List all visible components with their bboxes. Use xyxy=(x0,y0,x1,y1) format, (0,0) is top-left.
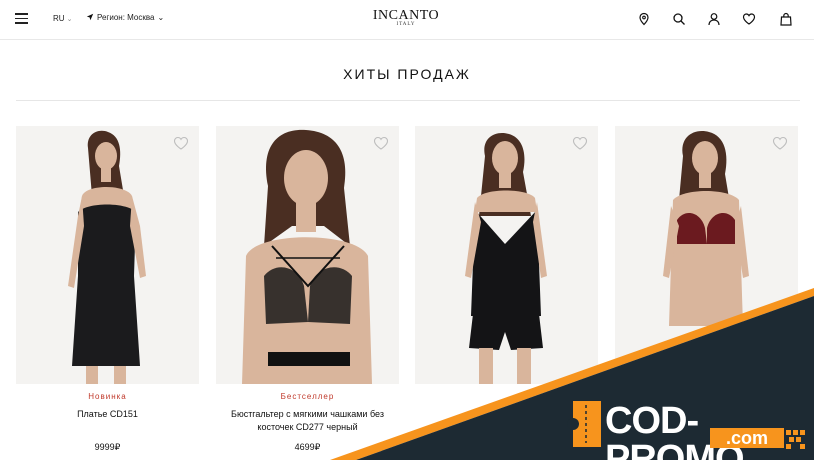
product-card[interactable] xyxy=(615,126,798,384)
language-selector[interactable]: RU ⌄ xyxy=(53,14,72,23)
site-header: RU ⌄ Регион: Москва ⌄ INCANTO ITALY xyxy=(0,0,814,40)
search-icon[interactable] xyxy=(672,12,686,26)
section-divider xyxy=(16,100,800,101)
site-logo[interactable]: INCANTO ITALY xyxy=(366,8,446,27)
region-selector[interactable]: Регион: Москва ⌄ xyxy=(86,13,164,22)
product-card[interactable]: Бестселлер Бюстгальтер с мягкими чашками… xyxy=(216,126,399,452)
section-title: ХИТЫ ПРОДАЖ xyxy=(343,66,471,82)
heart-icon[interactable] xyxy=(373,136,389,150)
model-lingerie-image xyxy=(615,126,798,384)
menu-icon[interactable] xyxy=(15,13,28,24)
product-image[interactable] xyxy=(615,126,798,384)
product-card[interactable] xyxy=(415,126,598,392)
heart-icon[interactable] xyxy=(572,136,588,150)
user-icon[interactable] xyxy=(707,12,721,26)
location-arrow-icon xyxy=(86,13,94,21)
product-name[interactable]: Платье CD151 xyxy=(16,408,199,421)
promo-domain-badge: .com xyxy=(710,428,784,448)
product-image[interactable] xyxy=(415,126,598,384)
chevron-down-icon: ⌄ xyxy=(157,13,165,22)
language-label: RU xyxy=(53,14,65,23)
model-bra-image xyxy=(216,126,399,384)
product-image[interactable] xyxy=(216,126,399,384)
product-badge: Новинка xyxy=(88,392,127,401)
product-badge: Бестселлер xyxy=(280,392,335,401)
product-card[interactable]: Новинка Платье CD151 9999₽ xyxy=(16,126,199,452)
heart-icon[interactable] xyxy=(742,12,756,26)
product-price: 4699₽ xyxy=(294,442,321,452)
product-name[interactable]: Бюстгальтер с мягкими чашками без косточ… xyxy=(216,408,399,434)
heart-icon[interactable] xyxy=(173,136,189,150)
model-dress-image xyxy=(16,126,199,384)
chevron-down-icon: ⌄ xyxy=(66,16,73,23)
model-pajama-image xyxy=(415,126,598,384)
product-price: 9999₽ xyxy=(94,442,121,452)
product-image[interactable] xyxy=(16,126,199,384)
map-pin-icon[interactable] xyxy=(637,12,651,26)
heart-icon[interactable] xyxy=(772,136,788,150)
ticket-icon xyxy=(567,401,601,447)
bag-icon[interactable] xyxy=(779,12,793,26)
region-label: Регион: Москва xyxy=(97,13,155,22)
